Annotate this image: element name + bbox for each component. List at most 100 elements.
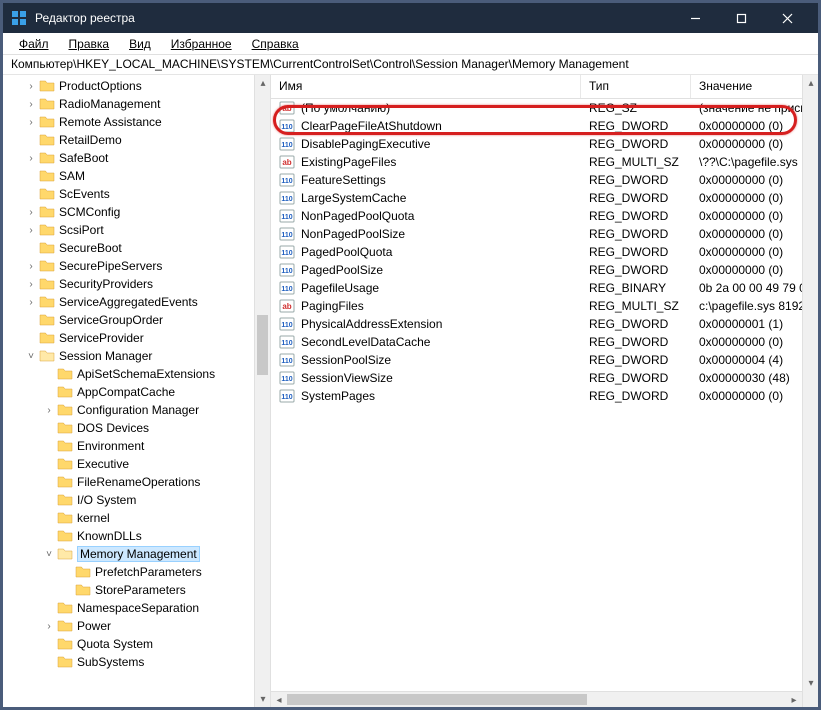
tree-item[interactable]: DOS Devices <box>3 419 270 437</box>
folder-icon <box>39 79 55 93</box>
tree-item-label: SAM <box>59 169 85 183</box>
tree-item[interactable]: ›ScsiPort <box>3 221 270 239</box>
tree-item[interactable]: RetailDemo <box>3 131 270 149</box>
minimize-button[interactable] <box>672 3 718 33</box>
value-row[interactable]: 110FeatureSettingsREG_DWORD0x00000000 (0… <box>271 171 818 189</box>
reg-dw-icon: 110 <box>279 370 295 386</box>
value-row[interactable]: 110PagedPoolQuotaREG_DWORD0x00000000 (0) <box>271 243 818 261</box>
tree-item[interactable]: ServiceProvider <box>3 329 270 347</box>
value-row[interactable]: 110SessionViewSizeREG_DWORD0x00000030 (4… <box>271 369 818 387</box>
tree-item[interactable]: ›Power <box>3 617 270 635</box>
value-row[interactable]: 110LargeSystemCacheREG_DWORD0x00000000 (… <box>271 189 818 207</box>
scroll-left-icon[interactable]: ◂ <box>271 692 287 707</box>
twisty-closed-icon[interactable]: › <box>43 405 55 416</box>
scroll-up-icon[interactable]: ▴ <box>803 75 818 91</box>
tree-item[interactable]: KnownDLLs <box>3 527 270 545</box>
menu-favorites[interactable]: Избранное <box>161 35 242 53</box>
scroll-right-icon[interactable]: ▸ <box>786 692 802 707</box>
value-row[interactable]: 110PagefileUsageREG_BINARY0b 2a 00 00 49… <box>271 279 818 297</box>
value-row[interactable]: 110PagedPoolSizeREG_DWORD0x00000000 (0) <box>271 261 818 279</box>
value-row[interactable]: 110SecondLevelDataCacheREG_DWORD0x000000… <box>271 333 818 351</box>
value-data: 0b 2a 00 00 49 79 05 0 <box>691 281 818 295</box>
value-row[interactable]: 110NonPagedPoolSizeREG_DWORD0x00000000 (… <box>271 225 818 243</box>
value-row[interactable]: 110PhysicalAddressExtensionREG_DWORD0x00… <box>271 315 818 333</box>
tree-item[interactable]: I/O System <box>3 491 270 509</box>
value-row[interactable]: abExistingPageFilesREG_MULTI_SZ\??\C:\pa… <box>271 153 818 171</box>
tree-item[interactable]: SecureBoot <box>3 239 270 257</box>
scroll-thumb[interactable] <box>257 315 268 375</box>
twisty-closed-icon[interactable]: › <box>25 207 37 218</box>
registry-tree[interactable]: ›ProductOptions›RadioManagement›Remote A… <box>3 75 270 673</box>
svg-text:110: 110 <box>281 214 292 221</box>
value-row[interactable]: 110NonPagedPoolQuotaREG_DWORD0x00000000 … <box>271 207 818 225</box>
tree-item[interactable]: ›SafeBoot <box>3 149 270 167</box>
tree-item[interactable]: Executive <box>3 455 270 473</box>
tree-item[interactable]: kernel <box>3 509 270 527</box>
twisty-open-icon[interactable]: ˅ <box>43 549 55 560</box>
scroll-up-icon[interactable]: ▴ <box>255 75 271 91</box>
address-bar[interactable]: Компьютер\HKEY_LOCAL_MACHINE\SYSTEM\Curr… <box>3 55 818 75</box>
menu-file[interactable]: Файл <box>9 35 59 53</box>
twisty-closed-icon[interactable]: › <box>43 621 55 632</box>
tree-item[interactable]: ›ProductOptions <box>3 77 270 95</box>
list-scrollbar-h[interactable]: ◂ ▸ <box>271 691 802 707</box>
scroll-down-icon[interactable]: ▾ <box>255 691 271 707</box>
values-list[interactable]: ab(По умолчанию)REG_SZ(значение не присв… <box>271 99 818 405</box>
twisty-closed-icon[interactable]: › <box>25 225 37 236</box>
tree-scrollbar[interactable]: ▴ ▾ <box>254 75 270 707</box>
tree-item[interactable]: FileRenameOperations <box>3 473 270 491</box>
scroll-down-icon[interactable]: ▾ <box>803 675 818 691</box>
value-row[interactable]: 110SystemPagesREG_DWORD0x00000000 (0) <box>271 387 818 405</box>
value-name: SessionViewSize <box>301 371 393 385</box>
twisty-closed-icon[interactable]: › <box>25 279 37 290</box>
tree-item[interactable]: SAM <box>3 167 270 185</box>
tree-item[interactable]: ServiceGroupOrder <box>3 311 270 329</box>
list-scrollbar-v[interactable]: ▴ ▾ <box>802 75 818 707</box>
tree-item[interactable]: Environment <box>3 437 270 455</box>
tree-item[interactable]: ›RadioManagement <box>3 95 270 113</box>
tree-item[interactable]: ›SecurePipeServers <box>3 257 270 275</box>
svg-text:110: 110 <box>281 124 292 131</box>
twisty-closed-icon[interactable]: › <box>25 261 37 272</box>
twisty-closed-icon[interactable]: › <box>25 99 37 110</box>
column-name[interactable]: Имя <box>271 75 581 98</box>
tree-item[interactable]: NamespaceSeparation <box>3 599 270 617</box>
twisty-closed-icon[interactable]: › <box>25 81 37 92</box>
value-row[interactable]: abPagingFilesREG_MULTI_SZc:\pagefile.sys… <box>271 297 818 315</box>
tree-item[interactable]: ›ServiceAggregatedEvents <box>3 293 270 311</box>
menu-view[interactable]: Вид <box>119 35 161 53</box>
column-value[interactable]: Значение <box>691 75 818 98</box>
twisty-closed-icon[interactable]: › <box>25 153 37 164</box>
tree-item-label: Configuration Manager <box>77 403 199 417</box>
tree-item[interactable]: PrefetchParameters <box>3 563 270 581</box>
tree-item[interactable]: ›SCMConfig <box>3 203 270 221</box>
tree-item[interactable]: SubSystems <box>3 653 270 671</box>
tree-item[interactable]: AppCompatCache <box>3 383 270 401</box>
tree-item[interactable]: ApiSetSchemaExtensions <box>3 365 270 383</box>
value-row[interactable]: 110DisablePagingExecutiveREG_DWORD0x0000… <box>271 135 818 153</box>
tree-item[interactable]: › Configuration Manager <box>3 401 270 419</box>
twisty-closed-icon[interactable]: › <box>25 117 37 128</box>
tree-item[interactable]: ›SecurityProviders <box>3 275 270 293</box>
tree-item[interactable]: ›Remote Assistance <box>3 113 270 131</box>
value-type: REG_DWORD <box>581 173 691 187</box>
maximize-button[interactable] <box>718 3 764 33</box>
svg-text:110: 110 <box>281 268 292 275</box>
twisty-open-icon[interactable]: ˅ <box>25 351 37 362</box>
value-row[interactable]: 110SessionPoolSizeREG_DWORD0x00000004 (4… <box>271 351 818 369</box>
tree-item[interactable]: StoreParameters <box>3 581 270 599</box>
tree-item[interactable]: ScEvents <box>3 185 270 203</box>
value-row[interactable]: ab(По умолчанию)REG_SZ(значение не присв… <box>271 99 818 117</box>
tree-item[interactable]: Quota System <box>3 635 270 653</box>
tree-item[interactable]: ˅Memory Management <box>3 545 270 563</box>
tree-item[interactable]: ˅Session Manager <box>3 347 270 365</box>
menu-edit[interactable]: Правка <box>59 35 120 53</box>
twisty-closed-icon[interactable]: › <box>25 297 37 308</box>
tree-item-label: AppCompatCache <box>77 385 175 399</box>
menu-help[interactable]: Справка <box>242 35 309 53</box>
value-row[interactable]: 110ClearPageFileAtShutdownREG_DWORD0x000… <box>271 117 818 135</box>
scroll-thumb[interactable] <box>287 694 587 705</box>
close-button[interactable] <box>764 3 810 33</box>
svg-text:110: 110 <box>281 142 292 149</box>
column-type[interactable]: Тип <box>581 75 691 98</box>
